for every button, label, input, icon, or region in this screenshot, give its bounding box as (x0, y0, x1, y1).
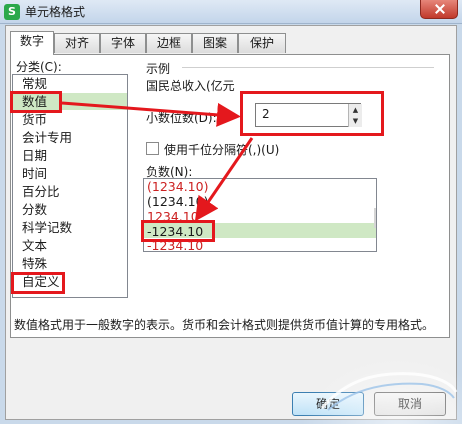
watermark-logo (320, 372, 458, 411)
arrow-to-decimal (61, 101, 241, 127)
arrow-to-negative (194, 137, 254, 222)
annotation-arrows (61, 101, 254, 222)
